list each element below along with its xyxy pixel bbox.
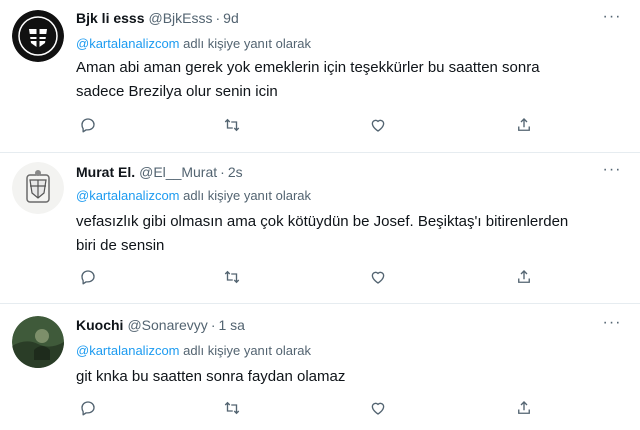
avatar[interactable] [12, 316, 64, 368]
tweet-text-line: Aman abi aman gerek yok emeklerin için t… [76, 59, 540, 76]
reply-feed: Bjk li esss @BjkEsss · 9d ··· @kartalanaliz… [0, 0, 640, 430]
tweet[interactable]: Bjk li esss @BjkEsss · 9d ··· @kartalanaliz… [0, 0, 640, 153]
timestamp[interactable]: 2s [228, 164, 243, 180]
display-name[interactable]: Kuochi [76, 317, 123, 333]
replying-to: @kartalanalizcom adlı kişiye yanıt olara… [76, 34, 311, 54]
mention-link[interactable]: @kartalanalizcom [76, 188, 180, 203]
tweet-text: Aman abi aman gerek yok emeklerin için t… [76, 56, 616, 104]
more-icon[interactable]: ··· [600, 162, 624, 181]
like-icon[interactable] [366, 265, 390, 289]
tweet-text-line: git knka bu saatten sonra faydan olamaz [76, 368, 346, 385]
display-name[interactable]: Bjk li esss [76, 10, 145, 26]
separator-dot: · [210, 317, 216, 333]
reply-context-label: adlı kişiye yanıt olarak [183, 343, 312, 358]
tweet-header: Murat El. @El__Murat · 2s [76, 162, 590, 182]
retweet-icon[interactable] [220, 113, 244, 137]
share-icon[interactable] [512, 396, 536, 420]
display-name[interactable]: Murat El. [76, 164, 135, 180]
timestamp[interactable]: 9d [223, 10, 239, 26]
tweet[interactable]: Murat El. @El__Murat · 2s ··· @kartalanaliz… [0, 153, 640, 304]
retweet-icon[interactable] [220, 396, 244, 420]
replying-to: @kartalanalizcom adlı kişiye yanıt olara… [76, 186, 311, 206]
tweet-text-line: sadece Brezilya olur senin icin [76, 83, 278, 100]
bjk-logo-avatar-icon [12, 10, 64, 62]
like-icon[interactable] [366, 113, 390, 137]
tweet-header: Kuochi @Sonarevyy · 1 sa [76, 315, 590, 335]
reply-icon[interactable] [76, 265, 100, 289]
reply-context-label: adlı kişiye yanıt olarak [183, 36, 312, 51]
tweet-actions [76, 113, 620, 137]
user-handle[interactable]: @Sonarevyy [127, 317, 207, 333]
separator-dot: · [220, 164, 225, 180]
tweet-text-line: biri de sensin [76, 237, 165, 254]
user-handle[interactable]: @BjkEsss [149, 10, 213, 26]
avatar[interactable] [12, 162, 64, 214]
tweet-text: git knka bu saatten sonra faydan olamaz [76, 365, 616, 389]
reply-icon[interactable] [76, 113, 100, 137]
tweet-text-line: vefasızlık gibi olmasın ama çok kötüydün… [76, 213, 569, 230]
user-handle[interactable]: @El__Murat [139, 164, 217, 180]
photo-avatar-icon [12, 316, 64, 368]
more-icon[interactable]: ··· [600, 9, 624, 28]
crest-avatar-icon [12, 162, 64, 214]
share-icon[interactable] [512, 265, 536, 289]
more-icon[interactable]: ··· [600, 315, 624, 334]
retweet-icon[interactable] [220, 265, 244, 289]
tweet-text: vefasızlık gibi olmasın ama çok kötüydün… [76, 210, 616, 258]
tweet-actions [76, 265, 620, 289]
separator-dot: · [215, 10, 221, 26]
mention-link[interactable]: @kartalanalizcom [76, 36, 180, 51]
like-icon[interactable] [366, 396, 390, 420]
tweet-actions [76, 396, 620, 420]
reply-context-label: adlı kişiye yanıt olarak [183, 188, 312, 203]
avatar[interactable] [12, 10, 64, 62]
timestamp[interactable]: 1 sa [218, 317, 244, 333]
reply-icon[interactable] [76, 396, 100, 420]
tweet-header: Bjk li esss @BjkEsss · 9d [76, 8, 590, 28]
mention-link[interactable]: @kartalanalizcom [76, 343, 180, 358]
share-icon[interactable] [512, 113, 536, 137]
tweet[interactable]: Kuochi @Sonarevyy · 1 sa ··· @kartalanalizc… [0, 304, 640, 430]
replying-to: @kartalanalizcom adlı kişiye yanıt olara… [76, 341, 311, 361]
